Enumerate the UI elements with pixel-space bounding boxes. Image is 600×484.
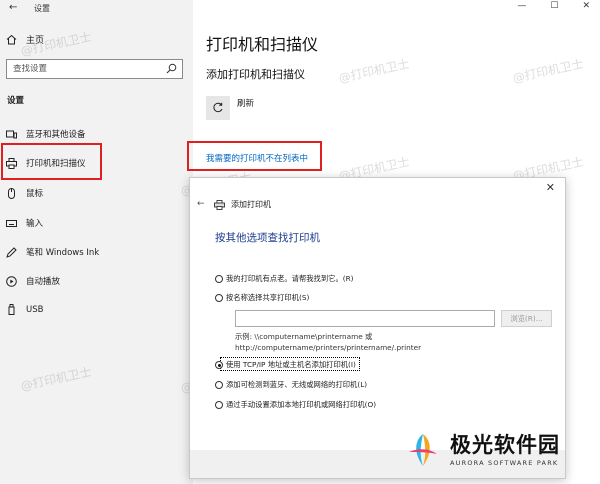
printer-icon [214,199,225,210]
option-label: 我的打印机有点老。请帮我找到它。(R) [226,274,354,283]
minimize-button[interactable]: — [517,1,526,11]
sidebar-item-autoplay[interactable]: 自动播放 [6,275,60,287]
sidebar-item-mouse[interactable]: 鼠标 [6,187,43,199]
sidebar-item-label: USB [26,304,44,315]
search-icon[interactable] [166,63,177,74]
sidebar-item-pen[interactable]: 笔和 Windows Ink [6,246,99,258]
section-title: 添加打印机和扫描仪 [206,68,305,81]
dialog-heading: 按其他选项查找打印机 [215,232,320,244]
maximize-button[interactable]: ☐ [550,1,558,11]
brand-sub: AURORA SOFTWARE PARK [450,458,559,467]
keyboard-icon [6,218,17,229]
brand-logo: 极光软件园 AURORA SOFTWARE PARK [405,432,560,468]
radio-shared-printer[interactable] [215,294,223,302]
refresh-label: 刷新 [237,99,255,109]
usb-icon [6,304,17,315]
shared-printer-path-input[interactable] [235,310,495,327]
radio-wireless[interactable] [215,381,223,389]
sidebar-section-title: 设置 [7,96,25,106]
sidebar-item-label: 蓝牙和其他设备 [26,130,86,140]
radio-old-printer[interactable] [215,275,223,283]
back-arrow-icon[interactable]: ← [9,2,17,13]
brand-name: 极光软件园 [450,432,560,457]
option-label: 通过手动设置添加本地打印机或网络打印机(O) [226,400,377,409]
autoplay-icon [6,275,17,287]
option-label: 按名称选择共享打印机(S) [226,293,310,302]
sidebar-item-input[interactable]: 输入 [6,217,43,229]
pen-icon [6,246,17,258]
settings-search-box[interactable] [6,59,183,79]
sidebar-item-label: 鼠标 [26,189,44,199]
radio-tcpip[interactable] [215,361,223,369]
option-manual[interactable]: 通过手动设置添加本地打印机或网络打印机(O) [215,400,376,410]
example-text-line1: 示例: \\computername\printername 或 [235,332,373,341]
page-title: 打印机和扫描仪 [206,35,319,54]
radio-manual[interactable] [215,401,223,409]
refresh-button[interactable] [206,96,230,120]
option-label: 添加可检测到蓝牙、无线或网络的打印机(L) [226,380,368,389]
option-wireless[interactable]: 添加可检测到蓝牙、无线或网络的打印机(L) [215,380,367,390]
window-controls: — ☐ ✕ [517,1,590,11]
dialog-back-icon[interactable]: ← [197,199,205,209]
option-shared-printer[interactable]: 按名称选择共享打印机(S) [215,293,309,303]
dialog-title: 添加打印机 [214,199,271,210]
aurora-logo-icon [405,432,441,468]
option-old-printer[interactable]: 我的打印机有点老。请帮我找到它。(R) [215,274,354,284]
sidebar-item-label: 笔和 Windows Ink [26,248,100,258]
sidebar-item-usb[interactable]: USB [6,304,43,315]
example-text-line2: http://computername/printers/printername… [235,343,422,352]
sidebar-item-label: 输入 [26,219,44,229]
sidebar-item-bluetooth[interactable]: 蓝牙和其他设备 [6,128,86,140]
window-title: 设置 [34,4,50,13]
refresh-icon [212,102,224,114]
mouse-icon [6,187,17,199]
option-tcpip[interactable]: 使用 TCP/IP 地址或主机名添加打印机(I) [215,360,356,370]
browse-button[interactable]: 浏览(R)... [501,310,552,327]
dialog-title-label: 添加打印机 [231,200,271,209]
search-input[interactable] [13,64,163,74]
bluetooth-devices-icon [6,129,17,140]
highlight-box-link [187,141,322,171]
sidebar-item-label: 自动播放 [26,277,61,287]
home-icon [6,34,17,45]
dialog-close-button[interactable]: ✕ [546,181,555,194]
highlight-box-printers [1,143,102,180]
option-label: 使用 TCP/IP 地址或主机名添加打印机(I) [226,360,356,369]
close-button[interactable]: ✕ [582,1,590,11]
settings-sidebar: ← 设置 主页 设置 蓝牙和其他设备 打印机和扫描仪 鼠标 输入 笔和 Wind… [0,0,193,484]
